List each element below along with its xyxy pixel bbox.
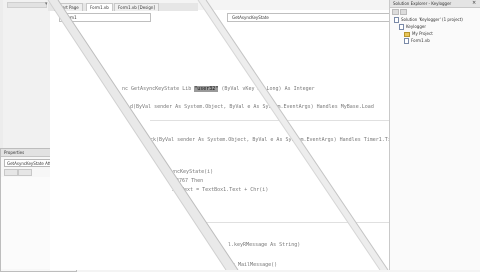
project-icon	[399, 24, 404, 30]
solution-explorer-title: Solution Explorer - Keylogger	[393, 1, 452, 6]
code-text: ck(ByVal sender As System.Object, ByVal …	[150, 137, 397, 143]
solution-explorer-title-bar: Solution Explorer - Keylogger ×	[390, 0, 480, 8]
code-line[interactable]: -32767 Then	[170, 178, 203, 184]
code-line[interactable]: = MailMessage()	[232, 262, 277, 268]
code-text: x1.Text = TextBox1.Text + Chr(i)	[172, 187, 269, 193]
code-line[interactable]: d(ByVal sender As System.Object, ByVal e…	[130, 104, 374, 110]
code-line[interactable]: x1.Text = TextBox1.Text + Chr(i)	[172, 187, 268, 193]
procedure-separator	[150, 120, 390, 121]
code-text: = MailMessage()	[232, 262, 278, 268]
solution-icon	[394, 17, 399, 23]
solution-explorer: Solution Explorer - Keylogger × Solution…	[389, 0, 480, 270]
code-line[interactable]: ck(ByVal sender As System.Object, ByVal …	[150, 137, 397, 143]
tree-item-label: Form1.vb	[411, 38, 430, 43]
selected-text: "user32"	[194, 86, 219, 92]
code-line[interactable]: l.keyRMessage As String)	[228, 242, 300, 248]
close-icon[interactable]: ×	[472, 0, 476, 6]
tree-item-label: My Project	[412, 31, 433, 36]
alphabetical-button[interactable]	[18, 169, 32, 176]
toolbox-header[interactable]	[7, 2, 47, 8]
explorer-toolbar	[392, 9, 476, 15]
tree-item-form1[interactable]: Form1.vb	[404, 38, 430, 44]
tree-item-solution[interactable]: Solution 'Keylogger' (1 project)	[394, 17, 463, 23]
tree-item-project[interactable]: Keylogger	[399, 24, 426, 30]
tree-item-label: Keylogger	[406, 24, 426, 29]
code-text: nc GetAsyncKeyState Lib	[122, 86, 195, 92]
method-combo[interactable]: GetAsyncKeyState	[227, 13, 391, 22]
object-combo-label: Form1	[64, 15, 77, 20]
properties-icon[interactable]	[392, 9, 399, 15]
tree-item-label: Solution 'Keylogger' (1 project)	[401, 17, 463, 22]
code-line[interactable]: nc GetAsyncKeyState Lib "user32" (ByVal …	[122, 86, 315, 92]
code-text: (ByVal vKey As Long) As Integer	[218, 86, 315, 92]
code-text: d(ByVal sender As System.Object, ByVal e…	[130, 104, 374, 110]
refresh-icon[interactable]	[400, 9, 407, 15]
document-tabstrip: Start Page Form1.vb Form1.vb [Design]	[48, 3, 198, 11]
folder-icon	[404, 31, 410, 37]
tab-form1-vb[interactable]: Form1.vb	[86, 3, 113, 11]
navigation-bar: Form1 GetAsyncKeyState	[55, 13, 391, 22]
code-text: l.keyRMessage As String)	[228, 242, 301, 248]
properties-title: Properties	[4, 150, 25, 155]
tab-form1-design[interactable]: Form1.vb [Design]	[114, 3, 160, 11]
document-icon	[404, 38, 409, 44]
code-text: -32767 Then	[170, 178, 204, 184]
code-text: syncKeyState(i)	[168, 169, 214, 175]
procedure-separator	[205, 222, 390, 223]
tab-start-page[interactable]: Start Page	[54, 3, 83, 11]
method-combo-label: GetAsyncKeyState	[232, 15, 269, 20]
code-line[interactable]: syncKeyState(i)	[168, 169, 213, 175]
tree-item-my-project[interactable]: My Project	[404, 31, 433, 37]
object-combo[interactable]: Form1	[59, 13, 151, 22]
categorized-button[interactable]	[4, 169, 18, 176]
